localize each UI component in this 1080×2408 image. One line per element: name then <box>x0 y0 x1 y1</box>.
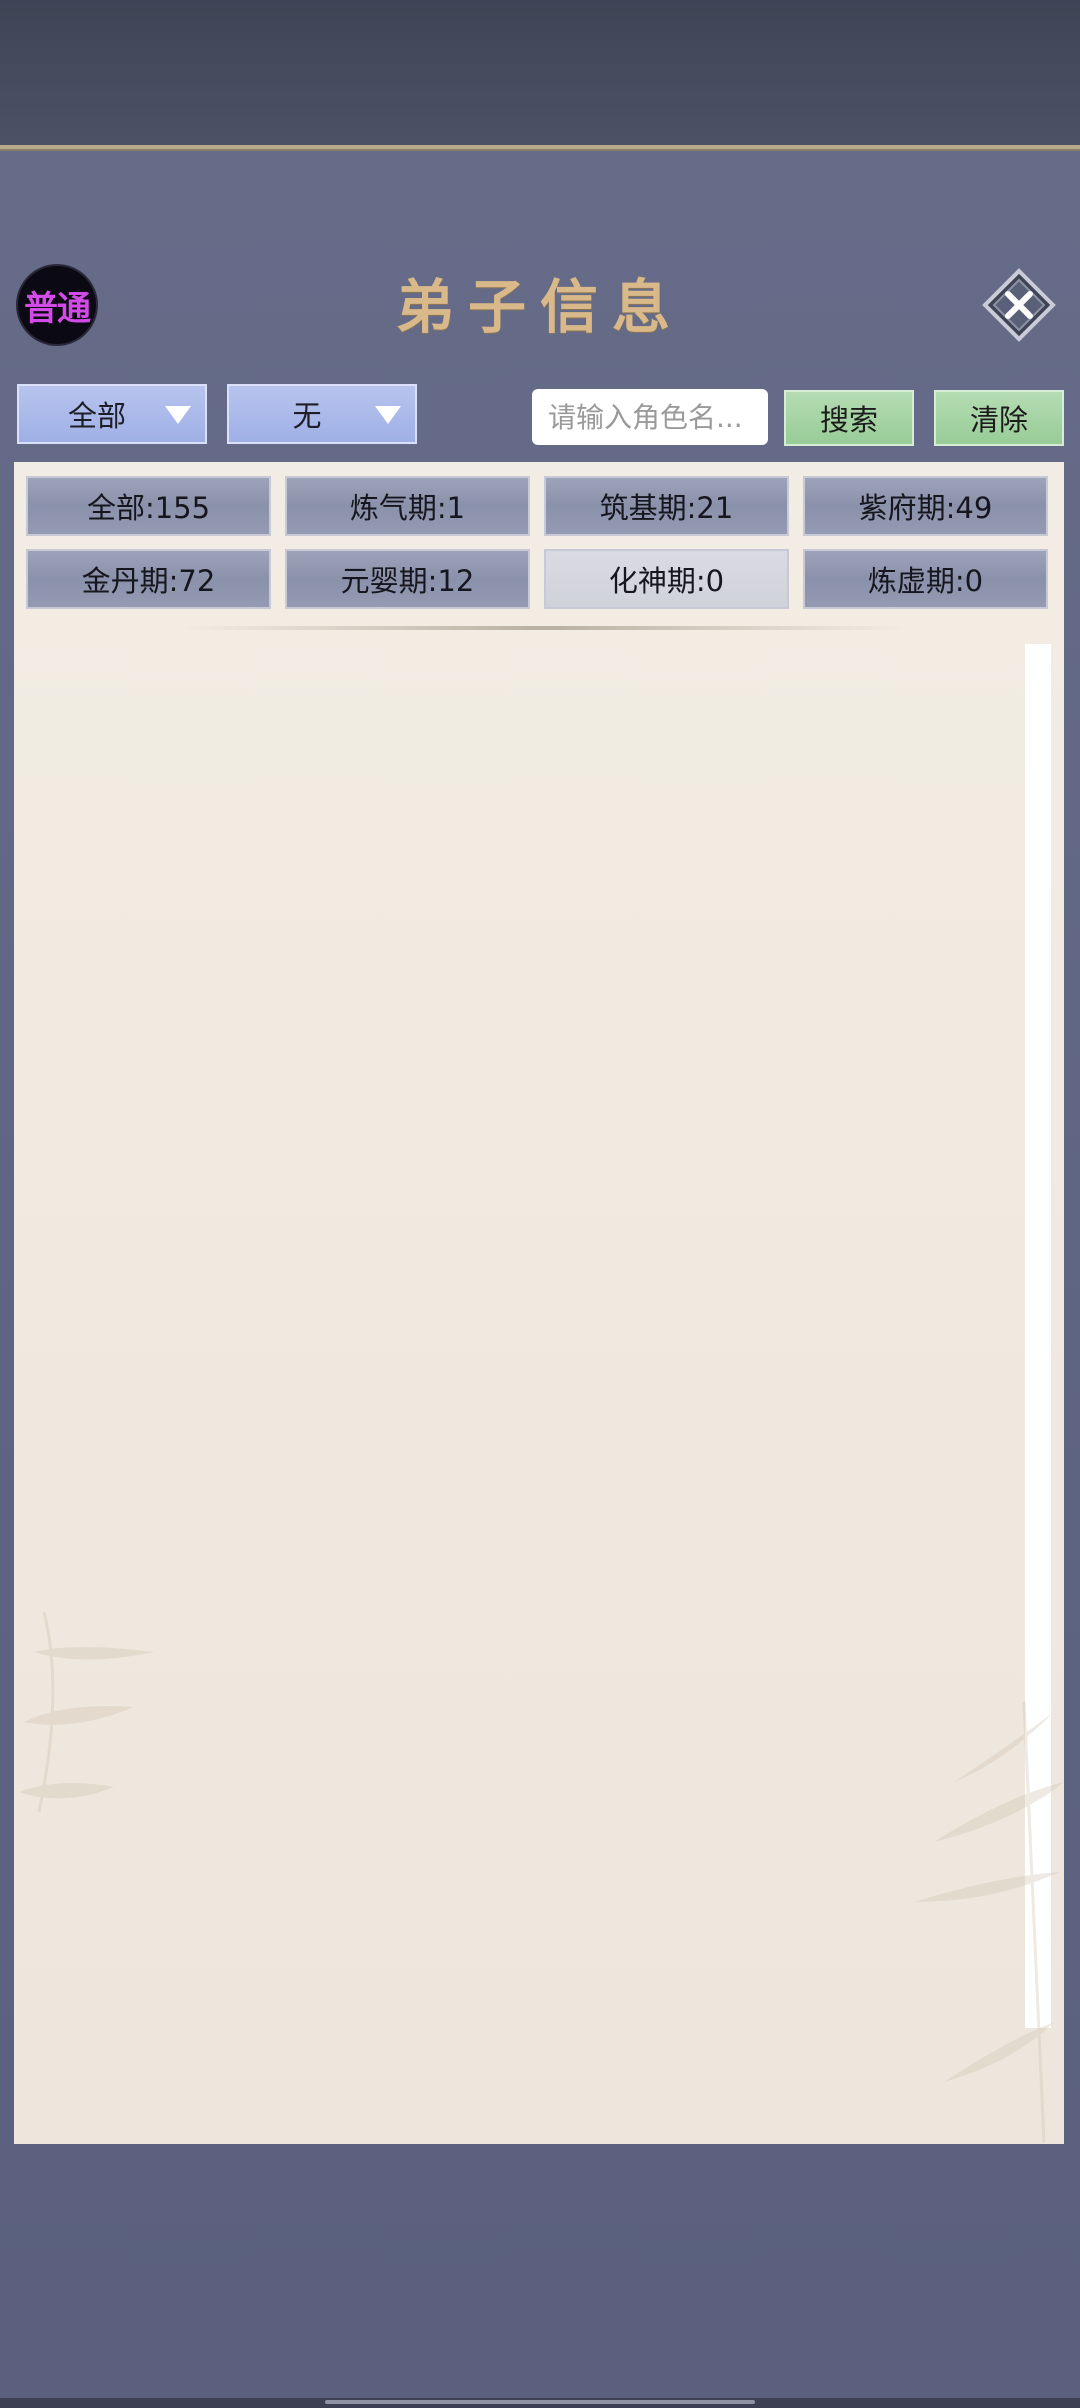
bamboo-decoration-right <box>914 1702 1064 2142</box>
chevron-down-icon <box>375 406 401 424</box>
home-indicator <box>0 2398 1080 2408</box>
top-background <box>0 0 1080 145</box>
close-icon <box>982 268 1056 342</box>
tab-nascent-soul[interactable]: 元婴期:12 <box>285 549 530 609</box>
tab-qi-refining[interactable]: 炼气期:1 <box>285 476 530 536</box>
divider <box>184 626 904 630</box>
search-button[interactable]: 搜索 <box>784 390 914 446</box>
realm-filter-dropdown[interactable]: 全部 <box>17 384 207 444</box>
tab-foundation[interactable]: 筑基期:21 <box>544 476 789 536</box>
tab-spirit-severing[interactable]: 化神期:0 <box>544 549 789 609</box>
tab-purple-mansion[interactable]: 紫府期:49 <box>803 476 1048 536</box>
tab-all[interactable]: 全部:155 <box>26 476 271 536</box>
rank-badge[interactable]: 普通 <box>18 266 96 344</box>
secondary-filter-dropdown[interactable]: 无 <box>227 384 417 444</box>
page-title: 弟子信息 <box>395 273 684 341</box>
search-input[interactable] <box>532 389 768 445</box>
tab-golden-core[interactable]: 金丹期:72 <box>26 549 271 609</box>
chevron-down-icon <box>165 406 191 424</box>
rank-badge-label: 普通 <box>24 288 91 329</box>
bamboo-decoration-left <box>19 1612 154 1813</box>
clear-button[interactable]: 清除 <box>934 390 1064 446</box>
disciple-list-panel: 全部:155 炼气期:1 筑基期:21 紫府期:49 金丹期:72 元婴期:12… <box>14 462 1064 2144</box>
tab-void-refining[interactable]: 炼虚期:0 <box>803 549 1048 609</box>
close-button[interactable] <box>982 268 1056 342</box>
